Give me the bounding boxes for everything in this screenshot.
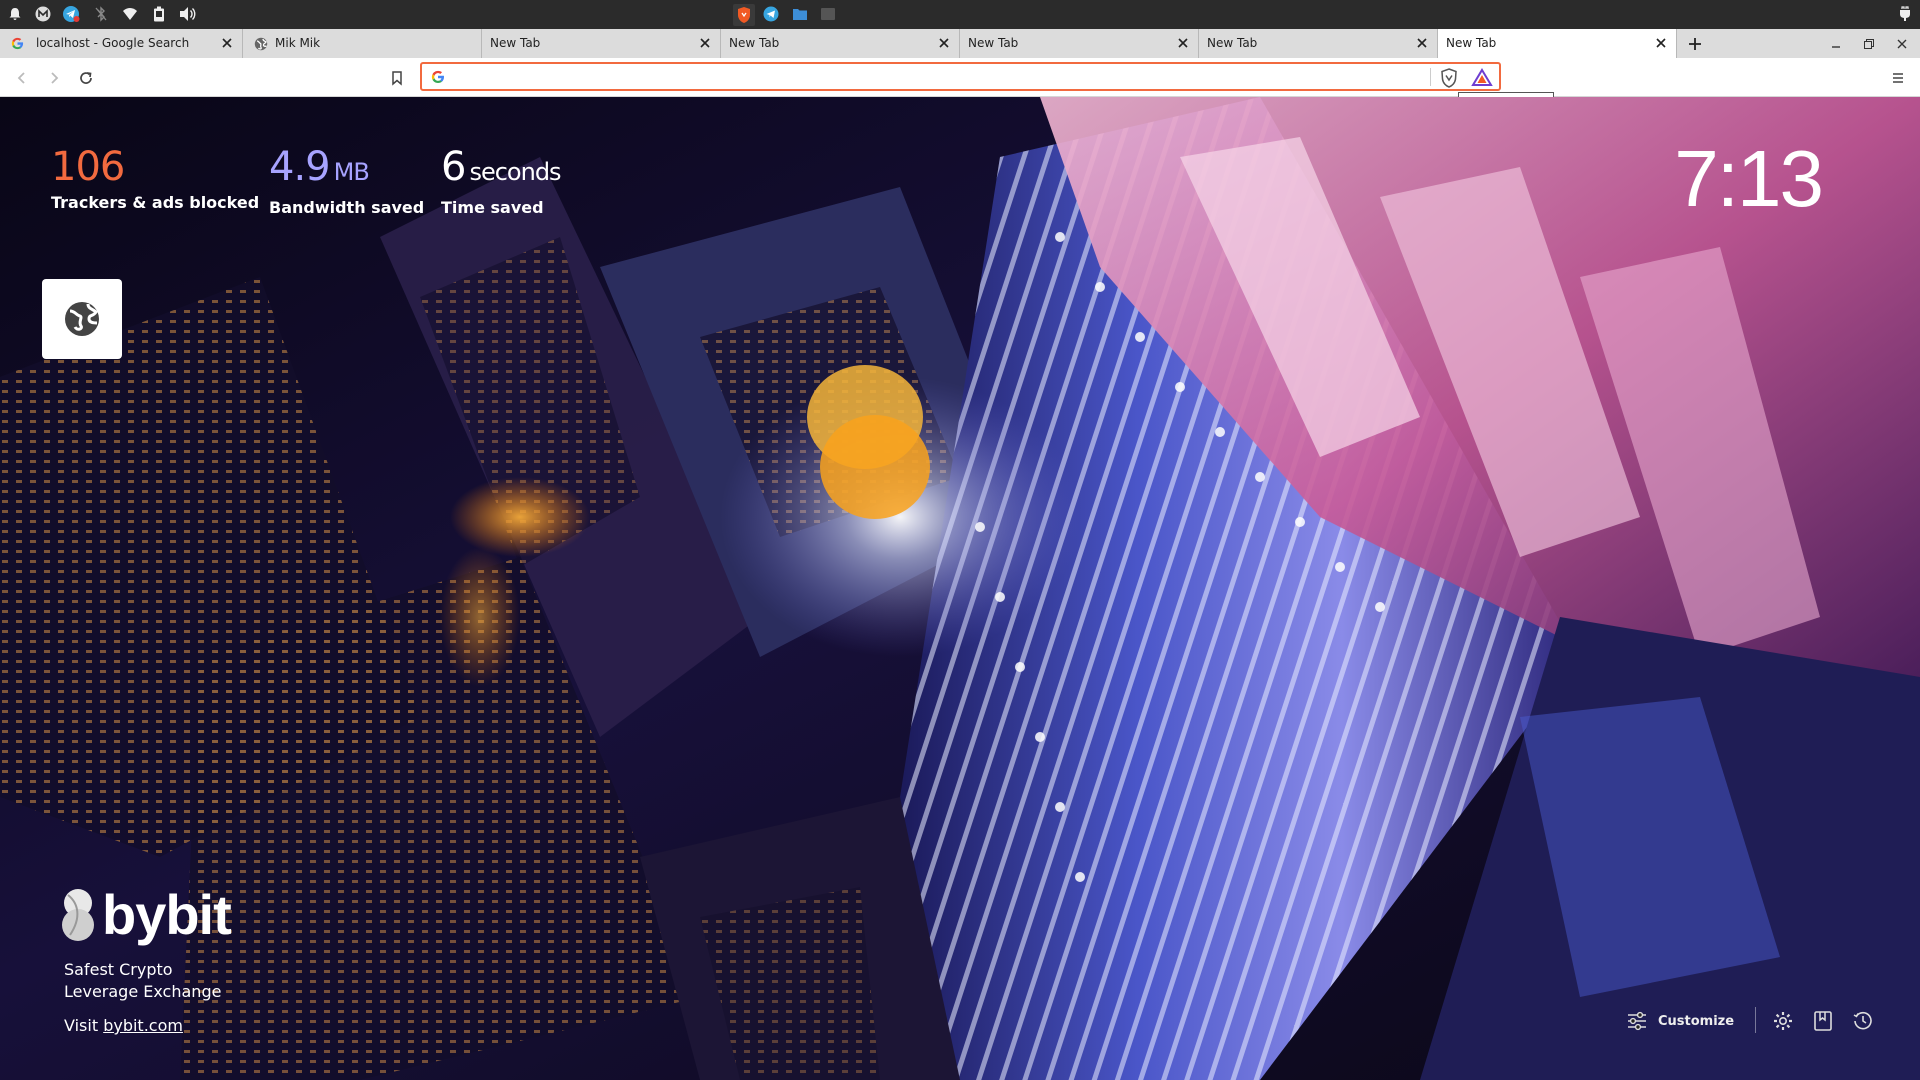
address-bar[interactable] bbox=[420, 62, 1501, 91]
trackers-value: 106 bbox=[51, 144, 125, 190]
omnibox-divider bbox=[1430, 68, 1431, 86]
bandwidth-label: Bandwidth saved bbox=[269, 198, 425, 217]
time-value: 6 bbox=[441, 144, 466, 190]
history-icon[interactable] bbox=[1852, 1010, 1874, 1032]
tab-strip: localhost - Google Search Mik Mik New Ta… bbox=[0, 29, 1920, 58]
google-icon bbox=[431, 70, 444, 83]
tab-title: New Tab bbox=[490, 36, 541, 50]
time-unit: seconds bbox=[469, 158, 561, 186]
brave-rewards-button[interactable] bbox=[1471, 67, 1493, 89]
power-icon[interactable] bbox=[1896, 5, 1914, 23]
back-button[interactable] bbox=[13, 69, 31, 87]
footer-divider bbox=[1755, 1007, 1756, 1033]
top-site-tile[interactable] bbox=[42, 279, 122, 359]
tab-new-tab-1[interactable]: New Tab bbox=[482, 29, 721, 58]
telegram-app-icon[interactable] bbox=[762, 5, 780, 23]
sponsor-tagline-line1: Safest Crypto bbox=[64, 960, 173, 979]
menu-button[interactable] bbox=[1889, 69, 1907, 87]
google-icon bbox=[10, 36, 25, 51]
brave-app-icon[interactable] bbox=[733, 4, 755, 26]
sponsor-tagline-line2: Leverage Exchange bbox=[64, 982, 222, 1001]
tab-new-tab-4[interactable]: New Tab bbox=[1199, 29, 1438, 58]
tab-new-tab-active[interactable]: New Tab bbox=[1438, 29, 1677, 58]
bookmark-button[interactable] bbox=[388, 69, 406, 87]
browser-toolbar bbox=[0, 58, 1920, 97]
forward-button[interactable] bbox=[45, 69, 63, 87]
sponsor-brand: bybit bbox=[102, 883, 232, 946]
bybit-logo-icon bbox=[62, 889, 94, 941]
terminal-app-icon[interactable] bbox=[819, 5, 837, 23]
brave-shields-button[interactable] bbox=[1438, 67, 1460, 89]
bandwidth-unit: MB bbox=[333, 158, 370, 186]
time-label: Time saved bbox=[441, 198, 544, 217]
visit-prefix: Visit bbox=[64, 1016, 99, 1035]
close-icon[interactable] bbox=[937, 36, 951, 50]
globe-icon bbox=[253, 36, 268, 51]
notification-bell-icon[interactable] bbox=[6, 5, 24, 23]
address-input[interactable] bbox=[452, 67, 1412, 87]
files-app-icon[interactable] bbox=[791, 5, 809, 23]
trackers-label: Trackers & ads blocked bbox=[51, 193, 260, 212]
restore-button[interactable] bbox=[1861, 36, 1877, 52]
sliders-icon bbox=[1628, 1011, 1646, 1031]
close-icon[interactable] bbox=[220, 36, 234, 50]
battery-icon[interactable] bbox=[150, 5, 168, 23]
bookmarks-icon[interactable] bbox=[1812, 1010, 1834, 1032]
close-icon[interactable] bbox=[698, 36, 712, 50]
tab-new-tab-2[interactable]: New Tab bbox=[721, 29, 960, 58]
sponsor-tagline: Safest Crypto Leverage Exchange bbox=[64, 959, 304, 1003]
tab-title: New Tab bbox=[968, 36, 1019, 50]
globe-icon bbox=[65, 302, 99, 336]
bluetooth-off-icon[interactable] bbox=[92, 5, 110, 23]
tab-localhost-google-search[interactable]: localhost - Google Search bbox=[0, 29, 243, 58]
close-icon[interactable] bbox=[1654, 36, 1668, 50]
wifi-icon[interactable] bbox=[121, 5, 139, 23]
os-top-panel bbox=[0, 0, 1920, 29]
tab-title: localhost - Google Search bbox=[36, 36, 190, 50]
tab-mik-mik[interactable]: Mik Mik bbox=[243, 29, 482, 58]
stat-time: 6 seconds Time saved bbox=[441, 143, 562, 217]
close-window-button[interactable] bbox=[1894, 36, 1910, 52]
tab-title: New Tab bbox=[729, 36, 780, 50]
settings-icon[interactable] bbox=[1772, 1010, 1794, 1032]
reload-button[interactable] bbox=[77, 69, 95, 87]
customize-label: Customize bbox=[1658, 1013, 1735, 1029]
tab-title: New Tab bbox=[1446, 36, 1497, 50]
sponsor-visit[interactable]: Visit bybit.com bbox=[64, 1016, 183, 1035]
close-icon[interactable] bbox=[1415, 36, 1429, 50]
minimize-button[interactable] bbox=[1828, 36, 1844, 52]
volume-icon[interactable] bbox=[179, 5, 197, 23]
stat-trackers: 106 Trackers & ads blocked bbox=[51, 143, 259, 212]
background-cityscape-image bbox=[0, 97, 1920, 1080]
tab-title: Mik Mik bbox=[275, 36, 321, 50]
clock: 7:13 bbox=[1674, 134, 1824, 223]
close-icon[interactable] bbox=[1176, 36, 1190, 50]
new-tab-button[interactable] bbox=[1687, 36, 1703, 52]
tab-new-tab-3[interactable]: New Tab bbox=[960, 29, 1199, 58]
tab-title: New Tab bbox=[1207, 36, 1258, 50]
bandwidth-value: 4.9 bbox=[269, 144, 331, 190]
new-tab-page: 106 Trackers & ads blocked 4.9 MB Bandwid… bbox=[0, 97, 1920, 1080]
visit-link[interactable]: bybit.com bbox=[103, 1016, 183, 1035]
stat-bandwidth: 4.9 MB Bandwidth saved bbox=[269, 143, 424, 217]
telegram-icon[interactable] bbox=[62, 5, 80, 23]
mail-icon[interactable] bbox=[34, 5, 52, 23]
customize-button[interactable]: Customize bbox=[1626, 1009, 1734, 1033]
